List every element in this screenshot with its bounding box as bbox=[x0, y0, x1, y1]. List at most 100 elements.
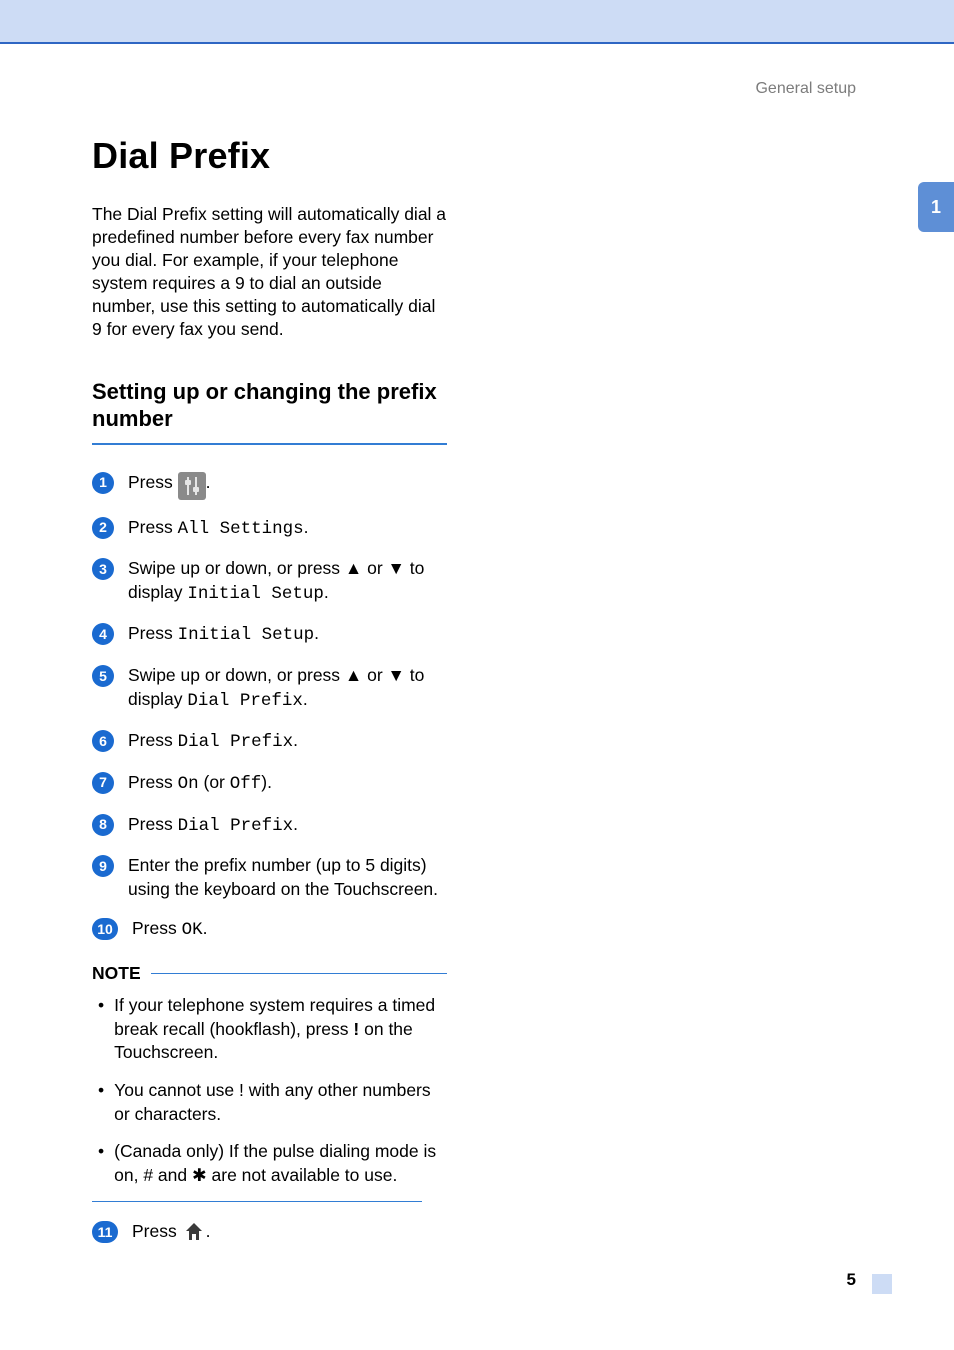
step-body: Swipe up or down, or press ▲ or ▼ to dis… bbox=[128, 557, 447, 606]
step-badge: 3 bbox=[92, 558, 114, 580]
ui-label: On bbox=[178, 774, 199, 794]
text: ). bbox=[261, 772, 272, 792]
step-11: 11 Press . bbox=[92, 1220, 447, 1244]
step-body: Press . bbox=[132, 1220, 447, 1244]
step-5: 5 Swipe up or down, or press ▲ or ▼ to d… bbox=[92, 664, 447, 713]
step-body: Swipe up or down, or press ▲ or ▼ to dis… bbox=[128, 664, 447, 713]
step-2: 2 Press All Settings. bbox=[92, 516, 447, 542]
intro-paragraph: The Dial Prefix setting will automatical… bbox=[92, 203, 447, 342]
ui-label: OK bbox=[182, 920, 203, 940]
down-arrow-icon: ▼ bbox=[388, 558, 405, 578]
text: Press bbox=[132, 1221, 182, 1241]
chapter-tab: 1 bbox=[918, 182, 954, 232]
step-6: 6 Press Dial Prefix. bbox=[92, 729, 447, 755]
text: Swipe up or down, or press bbox=[128, 558, 345, 578]
step-3: 3 Swipe up or down, or press ▲ or ▼ to d… bbox=[92, 557, 447, 606]
text: . bbox=[203, 918, 208, 938]
page-title: Dial Prefix bbox=[92, 135, 447, 177]
page-number: 5 bbox=[847, 1270, 856, 1290]
step-badge: 9 bbox=[92, 855, 114, 877]
step-body: Enter the prefix number (up to 5 digits)… bbox=[128, 854, 447, 901]
note-label: NOTE bbox=[92, 963, 141, 984]
ui-label: Off bbox=[230, 774, 262, 794]
notes-list: • If your telephone system requires a ti… bbox=[92, 994, 447, 1187]
step-body: Press . bbox=[128, 471, 447, 500]
text: or bbox=[362, 665, 387, 685]
footer-accent bbox=[872, 1274, 892, 1294]
step-4: 4 Press Initial Setup. bbox=[92, 622, 447, 648]
text: (or bbox=[199, 772, 230, 792]
steps-list: 1 Press . 2 Press All Settings. 3 Swipe … bbox=[92, 471, 447, 944]
content-column: Dial Prefix The Dial Prefix setting will… bbox=[92, 135, 447, 1260]
ui-label: Dial Prefix bbox=[178, 732, 294, 752]
home-icon bbox=[182, 1220, 206, 1242]
text: . bbox=[303, 689, 308, 709]
text: Swipe up or down, or press bbox=[128, 665, 345, 685]
bullet-icon: • bbox=[98, 1079, 104, 1126]
step-body: Press Dial Prefix. bbox=[128, 729, 447, 755]
down-arrow-icon: ▼ bbox=[388, 665, 405, 685]
section-header: General setup bbox=[755, 80, 856, 98]
note-text: (Canada only) If the pulse dialing mode … bbox=[114, 1140, 447, 1187]
step-badge: 10 bbox=[92, 918, 118, 940]
step-body: Press All Settings. bbox=[128, 516, 447, 542]
text: . bbox=[304, 517, 309, 537]
step-10: 10 Press OK. bbox=[92, 917, 447, 943]
step-badge: 2 bbox=[92, 517, 114, 539]
text: . bbox=[293, 730, 298, 750]
text: Press bbox=[128, 772, 178, 792]
ui-label: All Settings bbox=[178, 519, 304, 539]
ui-label: Dial Prefix bbox=[187, 691, 303, 711]
text: Press bbox=[132, 918, 182, 938]
top-bar bbox=[0, 0, 954, 42]
subheading: Setting up or changing the prefix number bbox=[92, 378, 447, 433]
bullet-icon: • bbox=[98, 994, 104, 1065]
ui-label: Dial Prefix bbox=[178, 816, 294, 836]
page: General setup 1 Dial Prefix The Dial Pre… bbox=[0, 0, 954, 1350]
step-badge: 7 bbox=[92, 772, 114, 794]
note-item: • (Canada only) If the pulse dialing mod… bbox=[98, 1140, 447, 1187]
note-heading: NOTE bbox=[92, 963, 447, 984]
steps-list-continued: 11 Press . bbox=[92, 1220, 447, 1244]
top-rule bbox=[0, 42, 954, 44]
step-badge: 6 bbox=[92, 730, 114, 752]
text: . bbox=[293, 814, 298, 834]
note-item: • You cannot use ! with any other number… bbox=[98, 1079, 447, 1126]
text: Press bbox=[128, 814, 178, 834]
step-badge: 4 bbox=[92, 623, 114, 645]
step-badge: 1 bbox=[92, 472, 114, 494]
step-8: 8 Press Dial Prefix. bbox=[92, 813, 447, 839]
text: Press bbox=[128, 623, 178, 643]
note-end-rule bbox=[92, 1201, 422, 1202]
step-body: Press Dial Prefix. bbox=[128, 813, 447, 839]
note-text: If your telephone system requires a time… bbox=[114, 994, 447, 1065]
up-arrow-icon: ▲ bbox=[345, 665, 362, 685]
ui-label: Initial Setup bbox=[187, 584, 324, 604]
ui-label: Initial Setup bbox=[178, 625, 315, 645]
note-item: • If your telephone system requires a ti… bbox=[98, 994, 447, 1065]
sliders-glyph bbox=[184, 477, 200, 495]
settings-icon bbox=[178, 472, 206, 500]
up-arrow-icon: ▲ bbox=[345, 558, 362, 578]
step-body: Press On (or Off). bbox=[128, 771, 447, 797]
step-badge: 11 bbox=[92, 1221, 118, 1243]
subheading-rule bbox=[92, 443, 447, 445]
text: or bbox=[362, 558, 387, 578]
text: . bbox=[314, 623, 319, 643]
step-9: 9 Enter the prefix number (up to 5 digit… bbox=[92, 854, 447, 901]
step-body: Press Initial Setup. bbox=[128, 622, 447, 648]
text: Press bbox=[128, 472, 178, 492]
step-1: 1 Press . bbox=[92, 471, 447, 500]
text: Press bbox=[128, 730, 178, 750]
text: Press bbox=[128, 517, 178, 537]
step-body: Press OK. bbox=[132, 917, 447, 943]
text: . bbox=[206, 472, 211, 492]
note-rule bbox=[151, 973, 447, 975]
step-badge: 5 bbox=[92, 665, 114, 687]
note-text: You cannot use ! with any other numbers … bbox=[114, 1079, 447, 1126]
step-7: 7 Press On (or Off). bbox=[92, 771, 447, 797]
bullet-icon: • bbox=[98, 1140, 104, 1187]
text: . bbox=[324, 582, 329, 602]
text: . bbox=[206, 1221, 211, 1241]
step-badge: 8 bbox=[92, 814, 114, 836]
